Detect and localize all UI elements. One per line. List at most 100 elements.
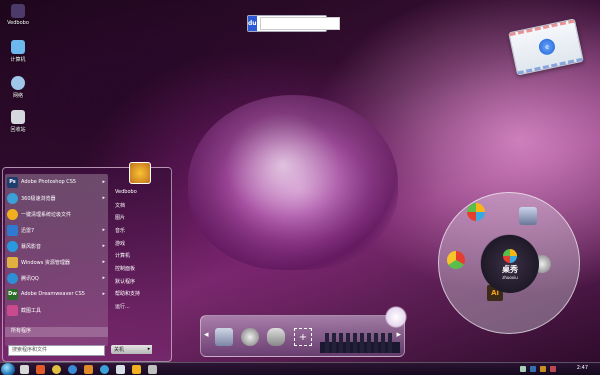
taskbar-app-icon[interactable] bbox=[68, 365, 77, 374]
start-right-item-help[interactable]: 帮助和支持 bbox=[113, 288, 169, 301]
menu-item-label: 腾讯QQ bbox=[21, 275, 39, 282]
taskbar-app-icon[interactable] bbox=[116, 365, 125, 374]
start-menu-item-xunlei[interactable]: 迅雷7 ▸ bbox=[5, 222, 108, 238]
taskbar-app-icon[interactable] bbox=[132, 365, 141, 374]
computer-icon bbox=[11, 40, 25, 54]
xunlei-icon bbox=[7, 224, 18, 236]
mail-envelope-widget[interactable]: e bbox=[508, 18, 584, 76]
user-folder-icon bbox=[11, 4, 25, 18]
taskbar-app-icon[interactable] bbox=[148, 365, 157, 374]
taskbar-clock[interactable]: 2:47 bbox=[577, 365, 588, 371]
menu-item-label: Windows 资源管理器 bbox=[21, 259, 70, 266]
desktop-icon-recycle-bin[interactable]: 回收站 bbox=[0, 110, 36, 133]
start-right-item-user[interactable]: Vedbobo bbox=[113, 186, 169, 199]
wallpaper-water-drop bbox=[188, 95, 398, 270]
menu-item-label: 迅雷7 bbox=[21, 227, 35, 234]
tray-icon[interactable] bbox=[540, 366, 546, 372]
monitor-icon[interactable] bbox=[519, 207, 537, 225]
dock-moon-decoration bbox=[385, 306, 407, 328]
start-menu-right-pane: Vedbobo 文档 图片 音乐 游戏 计算机 控制面板 默认程序 帮助和支持 … bbox=[113, 186, 169, 313]
desktop-icon-network[interactable]: 网络 bbox=[0, 76, 36, 99]
start-menu: Ps Adobe Photoshop CS5 ▸ 360极速浏览器 ▸ 一键清理… bbox=[2, 167, 172, 362]
qq-icon bbox=[7, 272, 18, 284]
launcher-title: 桌秀 bbox=[502, 264, 518, 274]
start-menu-item-cleanup[interactable]: 一键清理系统垃圾文件 bbox=[5, 206, 108, 222]
menu-item-label: Adobe Dreamweaver CS5 bbox=[21, 291, 85, 297]
taskbar-app-icon[interactable] bbox=[20, 365, 29, 374]
taskbar-app-icon[interactable] bbox=[52, 365, 61, 374]
shutdown-options-button[interactable]: ▸ bbox=[146, 345, 152, 354]
photoshop-icon: Ps bbox=[7, 176, 18, 188]
start-right-item-run[interactable]: 运行... bbox=[113, 300, 169, 313]
user-avatar[interactable] bbox=[129, 162, 151, 184]
monitor-icon[interactable] bbox=[215, 328, 233, 346]
start-right-item-computer[interactable]: 计算机 bbox=[113, 249, 169, 262]
start-menu-item-360-browser[interactable]: 360极速浏览器 ▸ bbox=[5, 190, 108, 206]
start-right-item-default-programs[interactable]: 默认程序 bbox=[113, 275, 169, 288]
start-right-item-games[interactable]: 游戏 bbox=[113, 237, 169, 250]
scissors-icon bbox=[7, 304, 18, 316]
zhuoxiu-logo-icon bbox=[503, 248, 517, 263]
start-right-item-pictures[interactable]: 图片 bbox=[113, 211, 169, 224]
recycle-bin-icon bbox=[11, 110, 25, 124]
desktop-icon-label: 回收站 bbox=[10, 127, 26, 133]
submenu-arrow-icon: ▸ bbox=[102, 195, 105, 201]
menu-item-label: 一键清理系统垃圾文件 bbox=[21, 211, 72, 218]
dock-add-button[interactable]: + bbox=[294, 328, 312, 346]
start-menu-item-snipping-tool[interactable]: 截图工具 bbox=[5, 302, 108, 318]
submenu-arrow-icon: ▸ bbox=[102, 227, 105, 233]
taskbar-app-icon[interactable] bbox=[36, 365, 45, 374]
cleanup-icon bbox=[7, 208, 18, 220]
baidu-search-widget: du bbox=[247, 15, 340, 32]
dock-city-skyline bbox=[320, 325, 400, 353]
desktop-icon-vedbobo[interactable]: Vedbobo bbox=[0, 4, 36, 26]
submenu-arrow-icon: ▸ bbox=[102, 243, 105, 249]
start-right-item-documents[interactable]: 文档 bbox=[113, 199, 169, 212]
submenu-arrow-icon: ▸ bbox=[102, 291, 105, 297]
search-input[interactable] bbox=[259, 17, 340, 30]
browser-icon bbox=[7, 192, 18, 204]
menu-item-label: 暴风影音 bbox=[21, 243, 42, 250]
desktop-icon-label: Vedbobo bbox=[7, 20, 29, 26]
chrome-icon[interactable] bbox=[447, 251, 465, 269]
start-right-item-control-panel[interactable]: 控制面板 bbox=[113, 262, 169, 275]
tray-icon[interactable] bbox=[530, 366, 536, 372]
desktop-icon-computer[interactable]: 计算机 bbox=[0, 40, 36, 63]
media-player-icon bbox=[7, 240, 18, 252]
submenu-arrow-icon: ▸ bbox=[102, 275, 105, 281]
tray-icon[interactable] bbox=[550, 366, 556, 372]
start-menu-program-list: Ps Adobe Photoshop CS5 ▸ 360极速浏览器 ▸ 一键清理… bbox=[5, 174, 108, 346]
menu-item-label: 360极速浏览器 bbox=[21, 195, 56, 202]
database-icon[interactable] bbox=[267, 328, 285, 346]
360-icon[interactable] bbox=[467, 203, 485, 221]
start-menu-item-explorer[interactable]: Windows 资源管理器 ▸ bbox=[5, 254, 108, 270]
taskbar-app-icon[interactable] bbox=[84, 365, 93, 374]
baidu-logo-icon[interactable]: du bbox=[248, 16, 257, 31]
desktop-icon-label: 计算机 bbox=[10, 57, 26, 63]
submenu-arrow-icon: ▸ bbox=[102, 179, 105, 185]
menu-item-label: 截图工具 bbox=[21, 307, 42, 314]
dock-left-arrow-icon[interactable]: ◂ bbox=[204, 330, 209, 340]
start-menu-item-photoshop[interactable]: Ps Adobe Photoshop CS5 ▸ bbox=[5, 174, 108, 190]
launcher-center-button[interactable]: 桌秀 zhuoxiu bbox=[481, 235, 539, 293]
submenu-arrow-icon: ▸ bbox=[102, 259, 105, 265]
dreamweaver-icon: Dw bbox=[7, 288, 18, 300]
desktop-icon-label: 网络 bbox=[12, 93, 23, 99]
start-right-item-music[interactable]: 音乐 bbox=[113, 224, 169, 237]
start-menu-item-baofeng[interactable]: 暴风影音 ▸ bbox=[5, 238, 108, 254]
tray-icon[interactable] bbox=[520, 366, 526, 372]
start-search-input[interactable]: 搜索程序和文件 bbox=[8, 345, 105, 356]
start-menu-item-dreamweaver[interactable]: Dw Adobe Dreamweaver CS5 ▸ bbox=[5, 286, 108, 302]
start-button[interactable] bbox=[1, 363, 15, 375]
shutdown-button[interactable]: 关机 bbox=[111, 345, 147, 354]
taskbar-app-icon[interactable] bbox=[100, 365, 109, 374]
taskbar: 2:47 bbox=[0, 362, 600, 375]
folder-icon bbox=[7, 256, 18, 268]
launcher-subtitle: zhuoxiu bbox=[502, 274, 518, 280]
circular-launcher: Ai 桌秀 zhuoxiu bbox=[438, 192, 580, 334]
all-programs-button[interactable]: 所有程序 bbox=[5, 327, 108, 337]
disc-icon[interactable] bbox=[241, 328, 259, 346]
network-icon bbox=[11, 76, 25, 90]
menu-item-label: Adobe Photoshop CS5 bbox=[21, 179, 77, 185]
start-menu-item-qq[interactable]: 腾讯QQ ▸ bbox=[5, 270, 108, 286]
